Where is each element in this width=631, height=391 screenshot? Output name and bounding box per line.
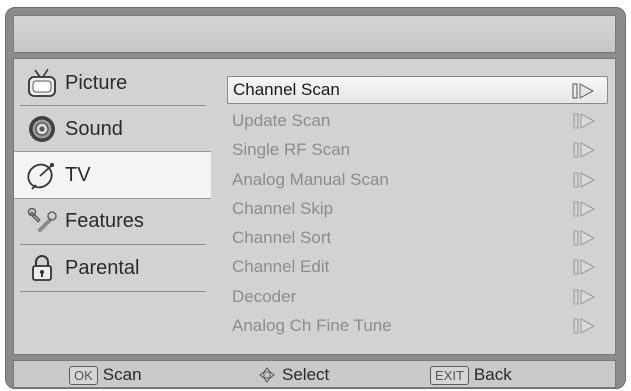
sidebar-item-sound[interactable]: Sound (14, 107, 210, 151)
sidebar-item-features[interactable]: Features (14, 199, 210, 243)
sidebar-item-parental[interactable]: Parental (14, 246, 210, 290)
tv-icon (25, 68, 59, 98)
ok-key-badge: OK (69, 365, 98, 385)
sidebar-item-tv[interactable]: TV (14, 151, 229, 199)
ok-hint-label: Scan (102, 365, 142, 384)
enter-arrow-icon (573, 289, 596, 305)
sidebar-divider (20, 291, 206, 292)
enter-arrow-icon (573, 172, 596, 188)
sidebar-divider (20, 244, 206, 245)
menu-item-channel-edit[interactable]: Channel Edit (227, 253, 608, 281)
sidebar-item-label: TV (65, 163, 91, 186)
exit-key-badge: EXIT (430, 365, 469, 385)
footer-ok-hint: OK Scan (69, 365, 142, 385)
enter-arrow-icon (572, 83, 595, 99)
menu-item-label: Update Scan (232, 111, 331, 130)
menu-item-channel-sort[interactable]: Channel Sort (227, 224, 608, 252)
enter-arrow-icon (573, 318, 596, 334)
lock-icon (25, 253, 59, 283)
menu-item-label: Decoder (232, 287, 297, 306)
navigate-arrows-icon (258, 366, 276, 384)
sidebar-item-label: Features (65, 209, 144, 232)
menu-item-decoder[interactable]: Decoder (227, 283, 608, 311)
menu-item-analog-ch-fine-tune[interactable]: Analog Ch Fine Tune (227, 312, 608, 340)
menu-item-label: Analog Ch Fine Tune (232, 316, 392, 335)
sidebar-item-label: Sound (65, 117, 123, 140)
enter-arrow-icon (573, 201, 596, 217)
exit-hint-label: Back (473, 365, 512, 384)
sidebar-divider (20, 105, 206, 106)
sidebar-item-picture[interactable]: Picture (14, 61, 210, 105)
wrench-icon (25, 206, 59, 236)
satellite-dish-icon (25, 160, 59, 190)
enter-arrow-icon (573, 259, 596, 275)
menu-item-analog-manual-scan[interactable]: Analog Manual Scan (227, 166, 608, 194)
menu-item-update-scan[interactable]: Update Scan (227, 107, 608, 135)
menu-item-single-rf-scan[interactable]: Single RF Scan (227, 136, 608, 164)
sidebar-item-label: Parental (65, 256, 140, 279)
menu-item-label: Channel Edit (232, 257, 330, 276)
sidebar-item-label: Picture (65, 71, 128, 94)
title-bar (13, 15, 616, 53)
enter-arrow-icon (573, 142, 596, 158)
menu-item-label: Analog Manual Scan (232, 170, 389, 189)
enter-arrow-icon (573, 230, 596, 246)
select-hint-label: Select (282, 365, 330, 384)
speaker-icon (25, 114, 59, 144)
footer-exit-hint: EXIT Back (430, 365, 512, 385)
menu-item-label: Single RF Scan (232, 140, 351, 159)
menu-item-channel-scan[interactable]: Channel Scan (227, 76, 608, 104)
menu-item-label: Channel Sort (232, 228, 332, 247)
footer-hint-bar: OK Scan Select EXIT Back (13, 360, 616, 388)
menu-item-label: Channel Skip (232, 199, 334, 218)
sidebar: Picture Sound TV Features Parental (13, 58, 229, 355)
enter-arrow-icon (573, 113, 596, 129)
menu-item-label: Channel Scan (233, 80, 340, 99)
menu-item-channel-skip[interactable]: Channel Skip (227, 195, 608, 223)
footer-select-hint: Select (258, 365, 329, 385)
